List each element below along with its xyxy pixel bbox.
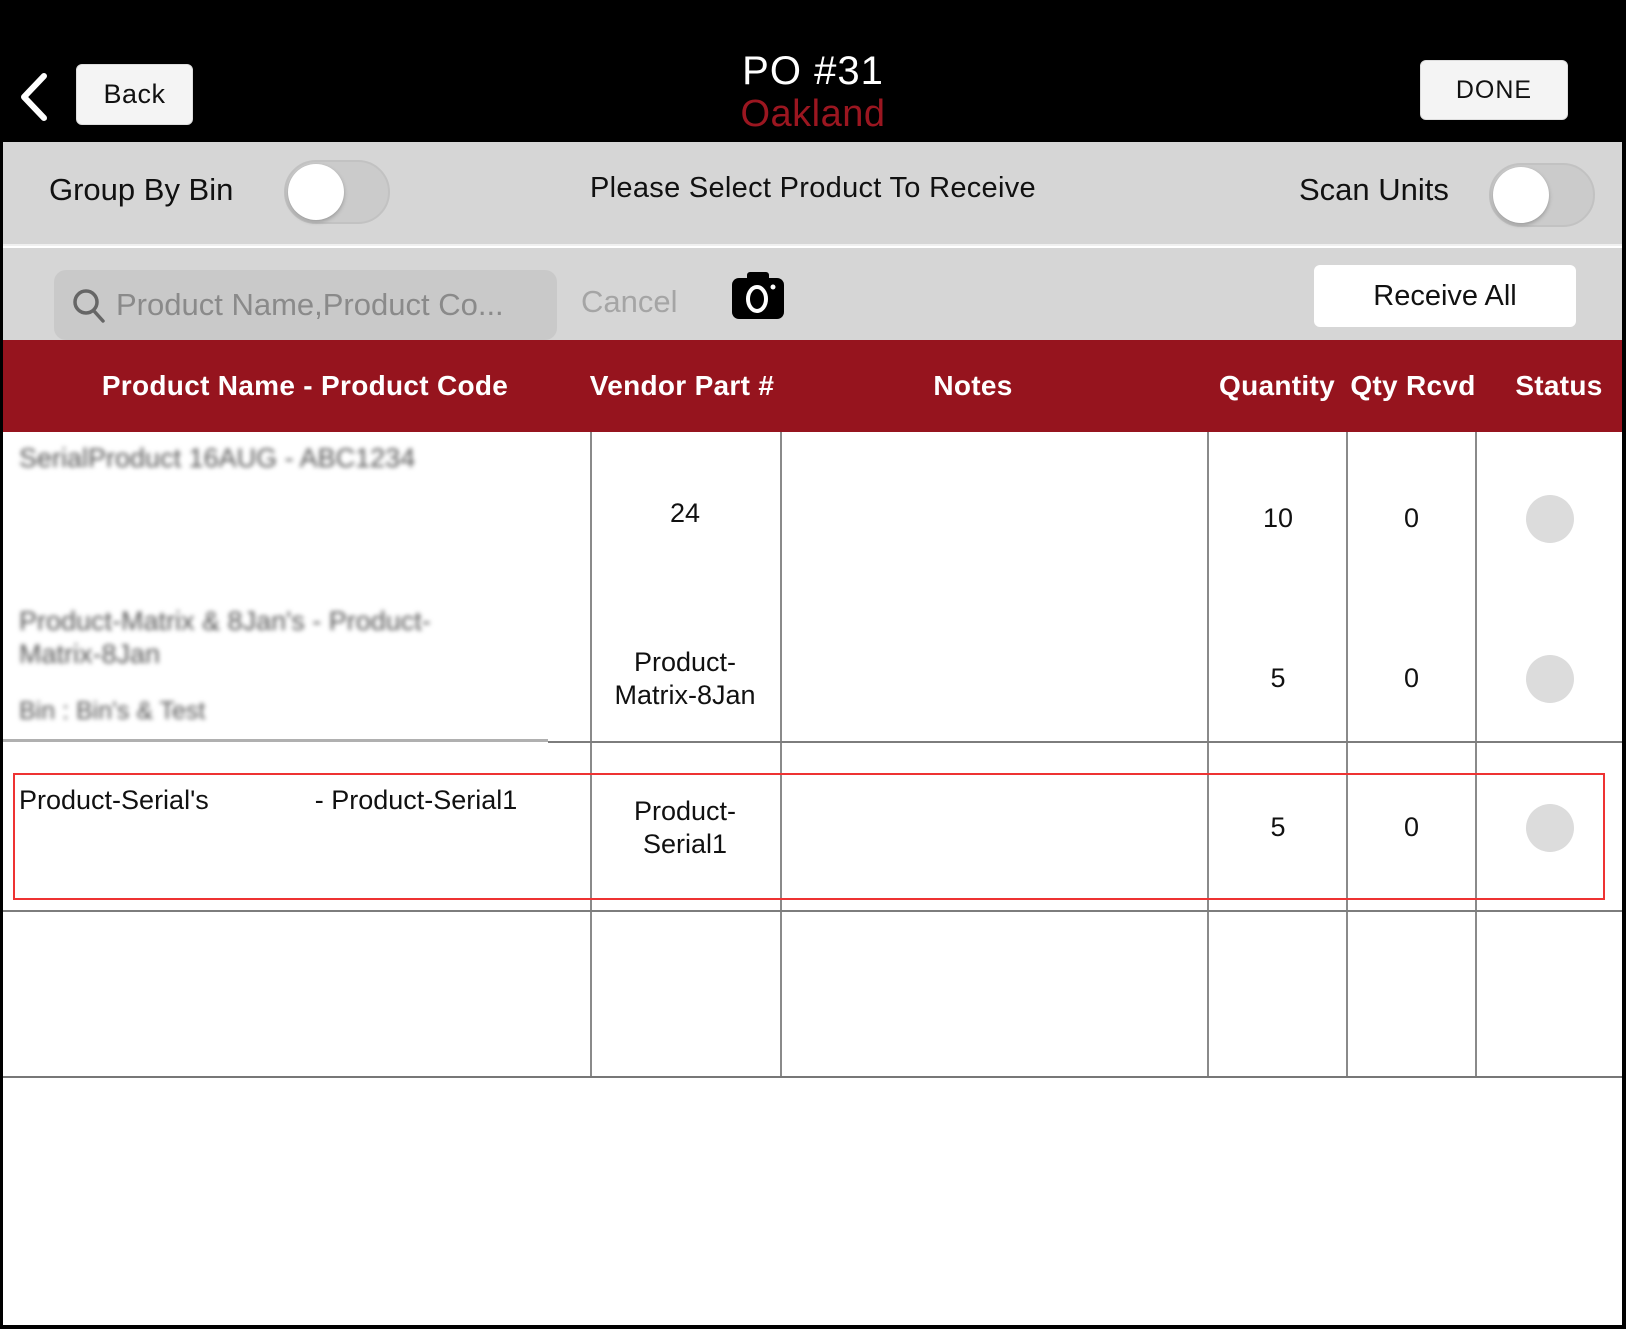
column-header-vendor-part: Vendor Part #	[589, 370, 775, 401]
po-number: PO #31	[742, 49, 884, 93]
column-divider	[780, 432, 782, 1077]
group-by-bin-toggle[interactable]	[284, 160, 390, 224]
quantity-cell: 5	[1270, 812, 1286, 842]
product-name: Product-Serial's	[19, 785, 209, 815]
table-header: Product Name - Product Code Vendor Part …	[3, 340, 1622, 432]
notes-cell	[783, 432, 1207, 595]
column-header-status: Status	[1515, 370, 1603, 401]
done-button[interactable]: DONE	[1420, 60, 1568, 120]
product-name: SerialProduct 16AUG - ABC1234	[19, 443, 416, 473]
row-divider	[3, 739, 548, 742]
row-divider	[548, 741, 1622, 743]
options-bar: Group By Bin Please Select Product To Re…	[3, 142, 1622, 246]
status-cell	[1477, 762, 1622, 923]
status-cell	[1477, 432, 1622, 595]
scan-units-label: Scan Units	[1299, 172, 1449, 207]
search-bar: Cancel Receive All	[3, 248, 1622, 340]
qty-rcvd-cell: 0	[1403, 663, 1420, 693]
table-row[interactable]: Product-Matrix & 8Jan's - Product-Matrix…	[3, 595, 1622, 762]
column-divider	[1207, 432, 1209, 1077]
app-frame: Back PO #31 Oakland DONE Group By Bin Pl…	[0, 0, 1626, 1329]
chevron-left-icon[interactable]	[16, 72, 50, 122]
search-input[interactable]	[116, 270, 546, 340]
cancel-button[interactable]: Cancel	[581, 284, 678, 320]
product-code: - Product-Serial1	[314, 785, 518, 815]
product-name-cell: Product-Matrix & 8Jan's - Product-Matrix…	[3, 595, 587, 762]
column-header-product: Product Name - Product Code	[101, 370, 509, 401]
location-name: Oakland	[740, 93, 886, 135]
vendor-part-cell: Product-Matrix-8Jan	[614, 646, 756, 710]
qty-rcvd-cell: 0	[1403, 812, 1420, 842]
column-header-notes: Notes	[933, 370, 1013, 401]
quantity-cell: 5	[1270, 663, 1286, 693]
column-header-qty-rcvd: Qty Rcvd	[1350, 370, 1476, 401]
product-name-cell: Product-Serial's - Product-Serial1	[3, 762, 587, 923]
main-content: Group By Bin Please Select Product To Re…	[3, 142, 1622, 1325]
camera-icon[interactable]	[731, 270, 785, 320]
notes-cell	[783, 595, 1207, 762]
qty-rcvd-cell: 0	[1403, 503, 1420, 533]
search-icon	[73, 289, 105, 323]
product-name-cell: SerialProduct 16AUG - ABC1234	[3, 432, 587, 595]
table-row[interactable]: Product-Serial's - Product-Serial1 Produ…	[3, 762, 1622, 923]
notes-cell	[783, 762, 1207, 923]
column-divider	[590, 432, 592, 1077]
toggle-knob	[1493, 167, 1549, 223]
column-divider	[1346, 432, 1348, 1077]
receive-all-button[interactable]: Receive All	[1314, 265, 1576, 327]
status-cell	[1477, 595, 1622, 762]
status-indicator-icon	[1525, 494, 1574, 543]
page-title: PO #31 Oakland	[613, 48, 1013, 134]
table-row[interactable]: SerialProduct 16AUG - ABC1234 24 10 0	[3, 432, 1622, 595]
vendor-part-cell: Product-Serial1	[633, 795, 737, 859]
product-name: Product-Matrix & 8Jan's - Product-Matrix…	[19, 606, 431, 669]
column-divider	[1475, 432, 1477, 1077]
status-indicator-icon	[1525, 654, 1574, 703]
status-indicator-icon	[1525, 803, 1574, 852]
back-button[interactable]: Back	[76, 64, 193, 125]
quantity-cell: 10	[1262, 503, 1294, 533]
row-divider	[3, 910, 1622, 912]
navigation-bar: Back PO #31 Oakland DONE	[0, 0, 1626, 142]
vendor-part-cell: 24	[669, 498, 701, 528]
column-header-quantity: Quantity	[1219, 370, 1335, 401]
row-divider	[3, 1076, 1622, 1078]
bin-label: Bin : Bin's & Test	[19, 697, 206, 725]
toggle-knob	[288, 164, 344, 220]
instruction-text: Please Select Product To Receive	[590, 172, 1036, 204]
scan-units-toggle[interactable]	[1489, 163, 1595, 227]
group-by-bin-label: Group By Bin	[49, 172, 234, 207]
search-field[interactable]	[54, 270, 557, 340]
